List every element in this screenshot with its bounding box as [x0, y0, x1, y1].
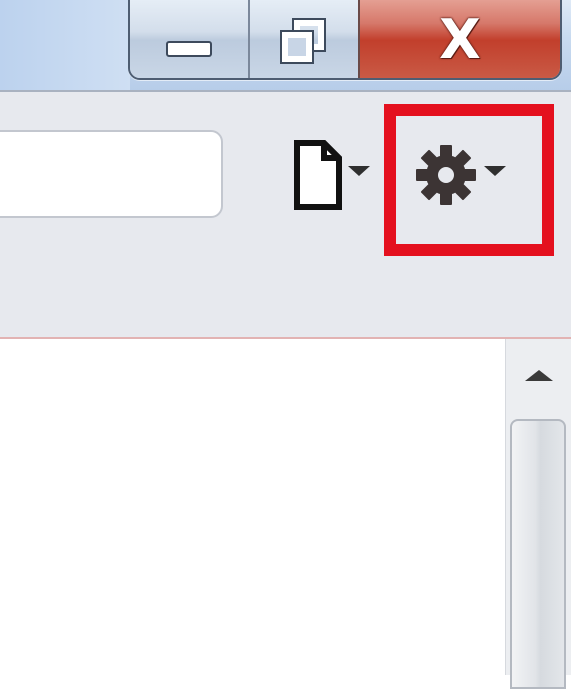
scrollbar-thumb[interactable] — [510, 419, 566, 689]
page-menu-button[interactable] — [292, 138, 384, 212]
title-bar: X — [0, 0, 571, 90]
search-input[interactable] — [0, 130, 223, 218]
close-button[interactable]: X — [360, 0, 560, 78]
window-controls: X — [128, 0, 562, 80]
minimize-icon — [166, 41, 212, 57]
chevron-down-icon — [348, 166, 370, 176]
chevron-up-icon — [524, 369, 553, 381]
restore-down-icon — [278, 16, 330, 66]
scroll-up-button[interactable] — [506, 339, 571, 411]
title-bar-background — [0, 0, 130, 90]
highlight-annotation — [384, 104, 554, 256]
page-icon — [294, 140, 342, 210]
close-icon: X — [439, 8, 481, 71]
minimize-button[interactable] — [130, 0, 250, 78]
restore-button[interactable] — [250, 0, 360, 78]
vertical-scrollbar[interactable] — [505, 339, 571, 689]
page-content — [0, 339, 505, 675]
